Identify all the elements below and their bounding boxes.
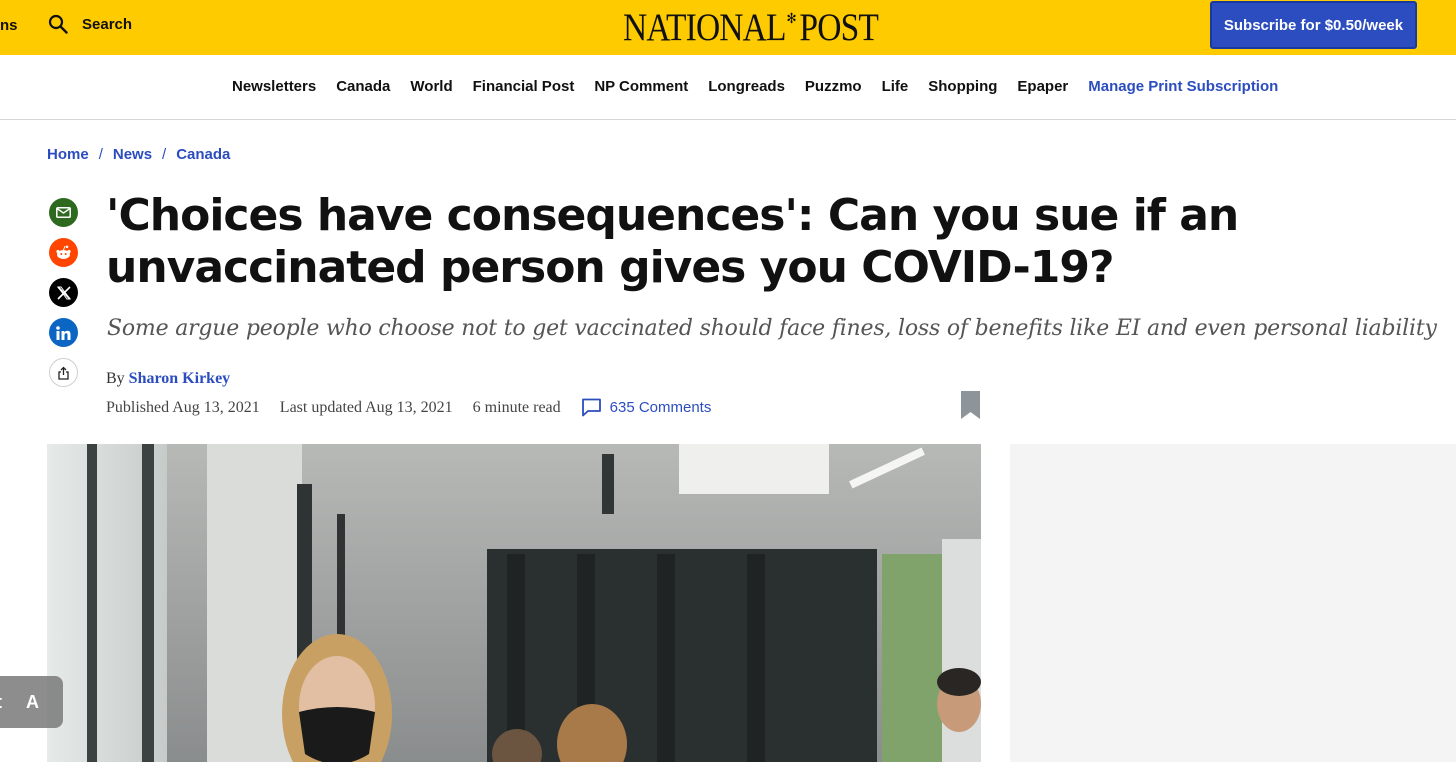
nav-item-manage-print-subscription[interactable]: Manage Print Subscription [1088,78,1278,95]
logo-post: POST [799,6,879,49]
search-icon [48,14,68,34]
float-tab-right: A [26,691,39,712]
share-more-button[interactable] [49,358,78,387]
nav-item-financial-post[interactable]: Financial Post [473,78,575,95]
reddit-icon [56,245,71,259]
read-time: 6 minute read [472,398,561,416]
nav-item-longreads[interactable]: Longreads [708,78,785,95]
comments-count: 635 Comments [609,399,712,416]
email-icon [56,207,71,218]
nav-item-epaper[interactable]: Epaper [1017,78,1068,95]
nav-item-life[interactable]: Life [882,78,909,95]
maple-leaf-icon: ✻ [786,12,797,27]
bookmark-icon[interactable] [960,390,981,420]
share-reddit-button[interactable] [49,238,78,267]
menu-partial-label[interactable]: ns [0,17,18,34]
nav-item-canada[interactable]: Canada [336,78,390,95]
share-icon [58,366,69,380]
article-meta: Published Aug 13, 2021 Last updated Aug … [106,398,711,417]
author-link[interactable]: Sharon Kirkey [129,370,231,387]
share-bar [49,198,78,398]
x-icon [56,285,71,300]
subscribe-button[interactable]: Subscribe for $0.50/week [1210,1,1417,49]
search-button[interactable]: Search [48,14,132,34]
site-logo[interactable]: NATIONAL ✻ POST [623,5,879,50]
sidebar-ad-placeholder [1010,444,1456,762]
linkedin-icon [56,325,71,340]
article-headline: 'Choices have consequences': Can you sue… [106,190,1239,293]
breadcrumb-canada[interactable]: Canada [176,146,230,163]
top-header: ns Search NATIONAL ✻ POST Subscribe for … [0,0,1456,55]
updated-date: Last updated Aug 13, 2021 [279,398,453,416]
nav-item-newsletters[interactable]: Newsletters [232,78,316,95]
breadcrumb-news[interactable]: News [113,146,152,163]
main-nav: Newsletters Canada World Financial Post … [0,55,1456,120]
float-tab-left: t [0,692,2,713]
share-x-button[interactable] [49,278,78,307]
breadcrumb-separator: / [162,146,167,163]
breadcrumb-home[interactable]: Home [47,146,89,163]
search-label: Search [82,15,133,33]
logo-national: NATIONAL [623,6,787,49]
breadcrumb-separator: / [98,146,103,163]
byline-prefix: By [106,370,125,387]
comments-link[interactable]: 635 Comments [581,398,712,417]
byline: By Sharon Kirkey [106,370,230,388]
share-email-button[interactable] [49,198,78,227]
published-date: Published Aug 13, 2021 [106,398,260,416]
article-subhead: Some argue people who choose not to get … [107,316,1437,341]
nav-item-world[interactable]: World [410,78,452,95]
nav-item-puzzmo[interactable]: Puzzmo [805,78,862,95]
share-linkedin-button[interactable] [49,318,78,347]
hero-image [47,444,981,762]
nav-item-np-comment[interactable]: NP Comment [594,78,688,95]
nav-item-shopping[interactable]: Shopping [928,78,997,95]
breadcrumb: Home / News / Canada [47,146,230,163]
accessibility-tab[interactable]: t A [0,676,63,728]
comment-icon [581,398,601,417]
